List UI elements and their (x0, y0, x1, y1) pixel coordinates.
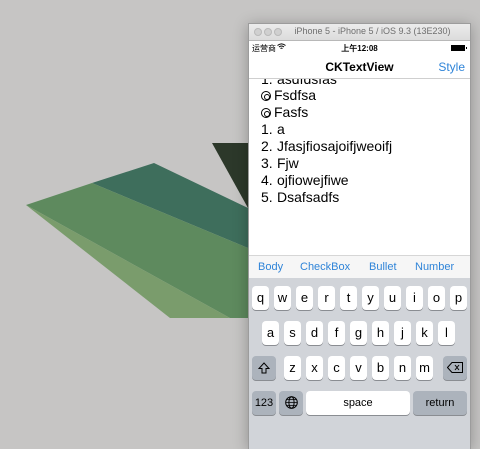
key-g[interactable]: g (350, 321, 367, 345)
globe-icon (284, 396, 298, 409)
checkbox-format-button[interactable]: CheckBox (300, 261, 350, 273)
key-i[interactable]: i (406, 286, 423, 310)
body-format-button[interactable]: Body (258, 261, 283, 273)
list-number: 1. (261, 121, 273, 137)
globe-key[interactable] (279, 391, 303, 415)
key-v[interactable]: v (350, 356, 367, 380)
simulator-title: iPhone 5 - iPhone 5 / iOS 9.3 (13E230) (294, 26, 451, 36)
key-t[interactable]: t (340, 286, 357, 310)
bullet-format-button[interactable]: Bullet (369, 261, 397, 273)
list-item: 2. Jfasjfiosajoifjweoifj (261, 138, 392, 154)
key-q[interactable]: q (252, 286, 269, 310)
key-w[interactable]: w (274, 286, 291, 310)
bullet-icon (261, 108, 271, 118)
status-time: 上午12:08 (341, 44, 378, 53)
list-item: Fsdfsa (261, 87, 316, 103)
simulator-window: iPhone 5 - iPhone 5 / iOS 9.3 (13E230) 运… (248, 23, 471, 449)
delete-key[interactable] (443, 356, 467, 380)
list-item-text: asdfdsfas (277, 79, 337, 87)
key-c[interactable]: c (328, 356, 345, 380)
list-item: 5. Dsafsadfs (261, 189, 339, 205)
list-item-text: Fjw (277, 155, 299, 171)
list-number: 3. (261, 155, 273, 171)
list-item-text: Fsdfsa (274, 87, 317, 103)
list-item: Fasfs (261, 104, 308, 120)
key-b[interactable]: b (372, 356, 389, 380)
key-r[interactable]: r (318, 286, 335, 310)
list-item: 3. Fjw (261, 155, 299, 171)
key-e[interactable]: e (296, 286, 313, 310)
simulator-titlebar: iPhone 5 - iPhone 5 / iOS 9.3 (13E230) (249, 24, 470, 41)
space-key[interactable]: space (306, 391, 410, 415)
key-z[interactable]: z (284, 356, 301, 380)
return-key[interactable]: return (413, 391, 467, 415)
key-u[interactable]: u (384, 286, 401, 310)
number-format-button[interactable]: Number (415, 261, 454, 273)
numbers-key[interactable]: 123 (252, 391, 276, 415)
list-number: 1. (261, 79, 273, 87)
list-item-text: Dsafsadfs (277, 189, 340, 205)
keyboard: q w e r t y u i o p a s d f g h j k l z (249, 278, 470, 449)
list-item-text: Fasfs (274, 104, 309, 120)
text-view[interactable]: 1. asdfdsfas Fsdfsa Fasfs 1. a 2. Jfasjfios… (249, 79, 470, 255)
key-f[interactable]: f (328, 321, 345, 345)
list-number: 2. (261, 138, 273, 154)
key-h[interactable]: h (372, 321, 389, 345)
key-l[interactable]: l (438, 321, 455, 345)
close-dot-icon[interactable] (254, 28, 262, 36)
backspace-icon (446, 362, 463, 373)
list-number: 5. (261, 189, 273, 205)
navigation-bar: CKTextView Style (249, 54, 470, 79)
key-d[interactable]: d (306, 321, 323, 345)
bullet-icon (261, 91, 271, 101)
list-number: 4. (261, 172, 273, 188)
shift-key[interactable] (252, 356, 276, 380)
key-o[interactable]: o (428, 286, 445, 310)
style-button[interactable]: Style (438, 60, 465, 74)
key-j[interactable]: j (394, 321, 411, 345)
minimize-dot-icon[interactable] (264, 28, 272, 36)
key-a[interactable]: a (262, 321, 279, 345)
key-s[interactable]: s (284, 321, 301, 345)
key-p[interactable]: p (450, 286, 467, 310)
list-item: 4. ojfiowejfiwe (261, 172, 349, 188)
list-item-text: Jfasjfiosajoifjweoifj (277, 138, 393, 154)
list-item-text: ojfiowejfiwe (277, 172, 349, 188)
key-n[interactable]: n (394, 356, 411, 380)
nav-title: CKTextView (325, 60, 394, 74)
list-item: 1. asdfdsfas (261, 79, 337, 87)
key-m[interactable]: m (416, 356, 433, 380)
shift-icon (257, 362, 271, 374)
key-x[interactable]: x (306, 356, 323, 380)
list-item-text: a (277, 121, 285, 137)
key-y[interactable]: y (362, 286, 379, 310)
list-item: 1. a (261, 121, 285, 137)
status-bar: 运营商 上午12:08 (249, 41, 470, 54)
format-toolbar: Body CheckBox Bullet Number (249, 255, 470, 278)
battery-icon (451, 45, 467, 51)
key-k[interactable]: k (416, 321, 433, 345)
